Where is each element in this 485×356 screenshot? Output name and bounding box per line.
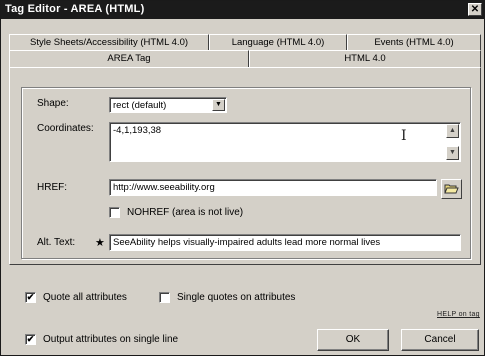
coordinates-label: Coordinates: [37, 123, 94, 134]
tab-row-front: AREA Tag HTML 4.0 [9, 50, 481, 67]
arrow-down-icon[interactable]: ▼ [446, 146, 459, 160]
single-quotes-label: Single quotes on attributes [177, 292, 296, 303]
tab-events[interactable]: Events (HTML 4.0) [347, 34, 481, 50]
tab-style-sheets-accessibility[interactable]: Style Sheets/Accessibility (HTML 4.0) [9, 34, 209, 50]
tab-html-4[interactable]: HTML 4.0 [249, 50, 481, 67]
alt-text-value: SeeAbility helps visually-impaired adult… [113, 237, 381, 248]
href-value: http://www.seeability.org [113, 182, 215, 193]
alt-text-input[interactable]: SeeAbility helps visually-impaired adult… [109, 234, 461, 251]
single-line-checkbox[interactable]: ✔ [25, 334, 36, 345]
text-cursor-icon: I [401, 128, 407, 144]
window-title: Tag Editor - AREA (HTML) [5, 3, 145, 15]
chevron-down-icon[interactable]: ▼ [212, 99, 225, 111]
shape-select-value: rect (default) [113, 100, 167, 111]
tab-area-tag[interactable]: AREA Tag [9, 50, 249, 67]
alt-text-label: Alt. Text: [37, 237, 76, 248]
folder-open-icon[interactable] [441, 179, 462, 199]
tab-language[interactable]: Language (HTML 4.0) [209, 34, 347, 50]
nohref-label: NOHREF (area is not live) [127, 207, 244, 218]
tag-editor-dialog: Tag Editor - AREA (HTML) ✕ Style Sheets/… [0, 0, 485, 356]
quote-all-checkbox[interactable]: ✔ [25, 292, 36, 303]
help-on-tag-link[interactable]: HELP on tag [437, 311, 480, 318]
single-quotes-checkbox[interactable] [159, 292, 170, 303]
href-label: HREF: [37, 182, 67, 193]
coordinates-textarea[interactable]: -4,1,193,38 ▲ ▼ [109, 122, 461, 162]
quote-all-label: Quote all attributes [43, 292, 127, 303]
cancel-button[interactable]: Cancel [401, 329, 479, 351]
ok-button[interactable]: OK [317, 329, 389, 351]
nohref-checkbox[interactable] [109, 207, 120, 218]
title-bar[interactable]: Tag Editor - AREA (HTML) ✕ [1, 1, 484, 19]
shape-select[interactable]: rect (default) ▼ [109, 97, 227, 113]
coordinates-value: -4,1,193,38 [113, 125, 162, 136]
required-star-icon: ★ [95, 237, 105, 249]
href-input[interactable]: http://www.seeability.org [109, 179, 437, 196]
single-line-label: Output attributes on single line [43, 334, 179, 345]
arrow-up-icon[interactable]: ▲ [446, 124, 459, 138]
shape-label: Shape: [37, 98, 69, 109]
close-icon[interactable]: ✕ [468, 3, 482, 16]
tab-row-back: Style Sheets/Accessibility (HTML 4.0) La… [9, 34, 481, 50]
